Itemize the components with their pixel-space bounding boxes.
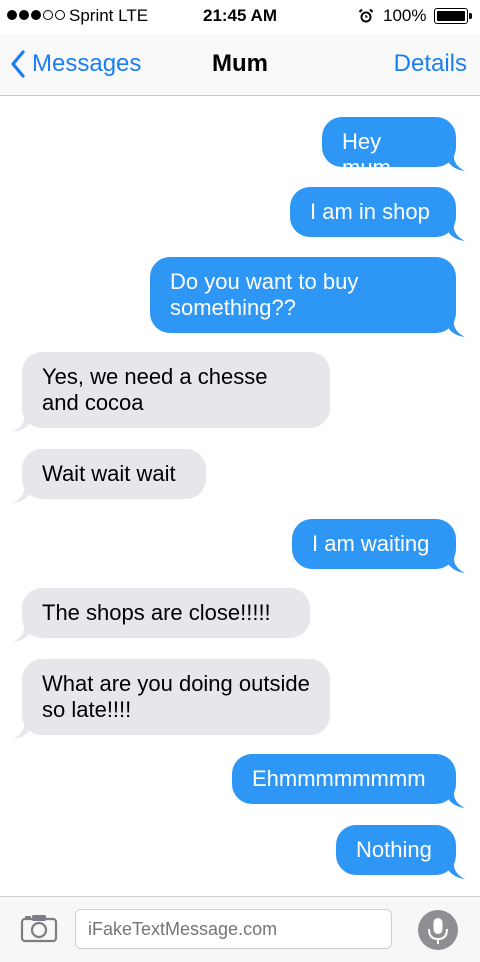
message-bubble-incoming: Wait wait wait — [13, 449, 206, 503]
message-bubble-incoming: Yes, we need a chesse and cocoa — [13, 352, 330, 432]
message-bubble-outgoing: Ehmmmmmmmm — [232, 754, 465, 808]
message-bubble-incoming: The shops are close!!!!! — [13, 588, 310, 642]
battery-percent: 100% — [383, 6, 427, 25]
alarm-clock-icon — [358, 8, 374, 23]
message-text: Wait wait wait — [42, 461, 176, 486]
message-bubble-outgoing: I am waiting — [292, 519, 465, 573]
battery-icon — [434, 8, 472, 24]
message-text: Nothing — [356, 837, 432, 862]
message-text: Hey mum — [342, 129, 391, 180]
message-bubble-incoming: What are you doing outside so late!!!! — [13, 659, 330, 739]
message-bubble-outgoing: Do you want to buy something?? — [150, 257, 465, 337]
message-bubble-outgoing: I am in shop — [290, 187, 465, 241]
message-input[interactable] — [75, 909, 392, 949]
microphone-icon[interactable] — [417, 909, 459, 951]
navigation-bar: Messages Mum Details — [0, 34, 480, 96]
details-button[interactable]: Details — [394, 50, 467, 78]
message-text: Ehmmmmmmmm — [252, 766, 426, 791]
message-text: What are you doing outside so late!!!! — [42, 671, 310, 722]
message-bubble-outgoing: Nothing — [336, 825, 465, 879]
message-text: I am waiting — [312, 531, 430, 556]
message-text: The shops are close!!!!! — [42, 600, 271, 625]
message-text: I am in shop — [310, 199, 430, 224]
message-thread: Hey mum I am in shop Do you want to buy … — [0, 96, 480, 896]
message-bubble-outgoing: Hey mum — [322, 117, 465, 180]
message-text: Do you want to buy something?? — [170, 269, 359, 320]
camera-icon[interactable] — [20, 913, 58, 943]
status-bar: Sprint LTE 21:45 AM 100% — [0, 0, 480, 34]
message-text: Yes, we need a chesse and cocoa — [42, 364, 268, 415]
compose-bar — [0, 896, 480, 962]
